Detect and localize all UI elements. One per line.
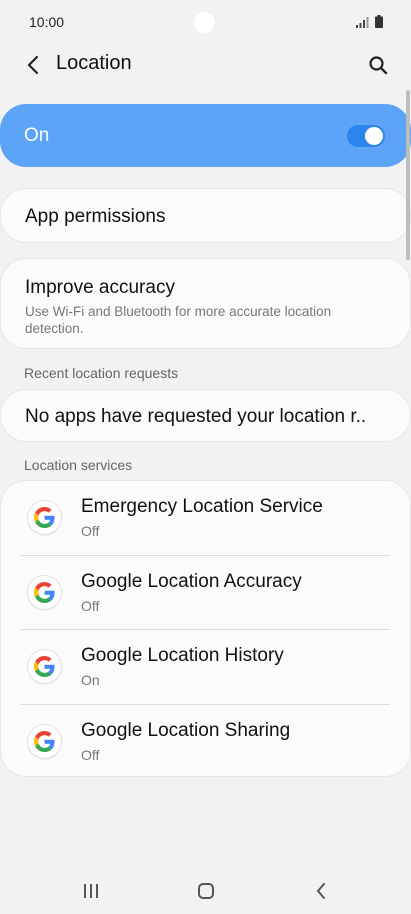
home-icon: [198, 883, 214, 899]
google-logo-icon: [28, 724, 61, 758]
home-button[interactable]: [191, 876, 221, 906]
service-item-location-sharing[interactable]: Google Location Sharing Off: [1, 705, 410, 780]
status-time: 10:00: [29, 14, 65, 30]
google-logo-icon: [28, 575, 61, 609]
recent-apps-icon: [84, 884, 98, 898]
service-item-location-accuracy[interactable]: Google Location Accuracy Off: [1, 556, 410, 630]
status-icons: [356, 15, 383, 28]
status-bar: 10:00: [0, 0, 411, 44]
google-logo-icon: [28, 501, 61, 534]
app-header: Location: [0, 44, 411, 86]
app-permissions-label: App permissions: [25, 206, 166, 227]
recent-requests-message: No apps have requested your location r..: [25, 406, 367, 427]
back-icon: [317, 883, 325, 899]
service-title: Google Location History: [81, 645, 284, 666]
improve-accuracy-item[interactable]: Improve accuracy Use Wi-Fi and Bluetooth…: [0, 258, 411, 349]
camera-cutout: [194, 12, 215, 33]
search-icon: [369, 56, 388, 75]
improve-accuracy-title: Improve accuracy: [25, 277, 175, 298]
system-nav-bar: [0, 864, 411, 914]
service-item-location-history[interactable]: Google Location History On: [1, 630, 410, 705]
service-title: Google Location Accuracy: [81, 570, 302, 592]
scrollbar[interactable]: [406, 90, 410, 260]
service-item-emergency-location[interactable]: Emergency Location Service Off: [1, 481, 410, 556]
back-button[interactable]: [20, 52, 46, 78]
master-toggle-label: On: [24, 124, 50, 146]
recent-apps-button[interactable]: [76, 876, 106, 906]
app-permissions-item[interactable]: App permissions: [0, 188, 411, 243]
search-button[interactable]: [365, 52, 391, 78]
location-services-card: Emergency Location Service Off Google Lo…: [0, 480, 411, 777]
nav-back-button[interactable]: [306, 876, 336, 906]
service-title: Emergency Location Service: [81, 496, 323, 517]
recent-requests-heading: Recent location requests: [24, 365, 179, 381]
google-logo-icon: [28, 650, 61, 683]
location-services-heading: Location services: [24, 457, 133, 473]
improve-accuracy-subtitle: Use Wi-Fi and Bluetooth for more accurat…: [25, 304, 332, 336]
service-status: Off: [81, 597, 100, 614]
location-master-toggle[interactable]: On: [0, 104, 411, 167]
service-status: Off: [81, 746, 100, 763]
recent-requests-card: No apps have requested your location r..: [0, 389, 411, 442]
battery-icon: [375, 15, 383, 28]
page-title: Location: [56, 52, 132, 74]
signal-icon: [356, 17, 369, 28]
chevron-left-icon: [27, 55, 39, 75]
location-switch[interactable]: [347, 125, 385, 147]
service-status: Off: [81, 523, 100, 539]
service-title: Google Location Sharing: [81, 719, 291, 741]
switch-knob: [365, 127, 383, 145]
service-status: On: [81, 672, 100, 688]
